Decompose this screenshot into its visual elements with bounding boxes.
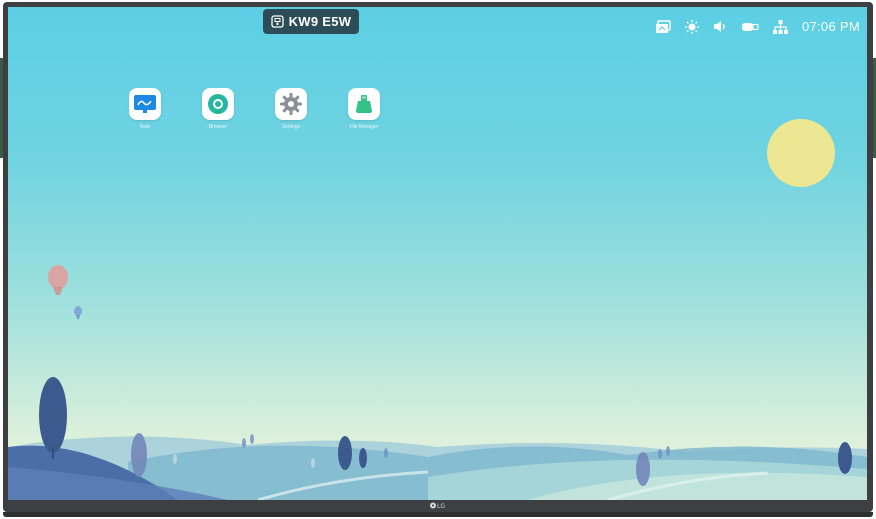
tree-mid-2 — [359, 448, 367, 468]
screen-mirror-icon[interactable] — [655, 19, 671, 34]
brightness-icon[interactable] — [684, 19, 699, 34]
tree-mid-1 — [338, 436, 352, 470]
device-icon — [270, 15, 284, 28]
input-source-icon[interactable] — [741, 21, 759, 33]
tree-right-1 — [636, 452, 650, 486]
home-screen: Note Browser Settings File Manager — [8, 7, 867, 500]
volume-icon[interactable] — [713, 20, 727, 33]
settings-app[interactable]: Settings — [261, 88, 321, 130]
browser-icon — [202, 88, 234, 120]
clock: 07:06 PM — [801, 19, 860, 34]
browser-app[interactable]: Browser — [188, 88, 248, 130]
tree-right-2 — [838, 442, 852, 474]
hot-air-balloon-small — [74, 306, 82, 319]
device-name: KW9 E5W — [288, 14, 352, 29]
app-label: Settings — [281, 124, 301, 130]
display-device: Note Browser Settings File Manager KW9 E… — [0, 0, 876, 519]
network-icon[interactable] — [772, 19, 788, 34]
app-label: Browser — [208, 124, 228, 130]
svg-text:LG: LG — [437, 503, 445, 509]
usb-icon — [348, 88, 380, 120]
sun — [767, 119, 835, 187]
device-name-tab[interactable]: KW9 E5W — [263, 9, 359, 34]
whiteboard-app[interactable]: Note — [115, 88, 175, 130]
app-label: File Manager — [349, 124, 379, 130]
display-stand — [3, 512, 873, 517]
whiteboard-icon — [129, 88, 161, 120]
app-label: Note — [139, 124, 151, 130]
gear-icon — [275, 88, 307, 120]
tree-left-2 — [131, 433, 147, 477]
hot-air-balloon-large — [48, 265, 68, 295]
file-manager-app[interactable]: File Manager — [334, 88, 394, 130]
status-bar: 07:06 PM — [655, 19, 860, 34]
brand-logo: LG — [428, 500, 448, 510]
wallpaper-scenery — [8, 119, 867, 500]
